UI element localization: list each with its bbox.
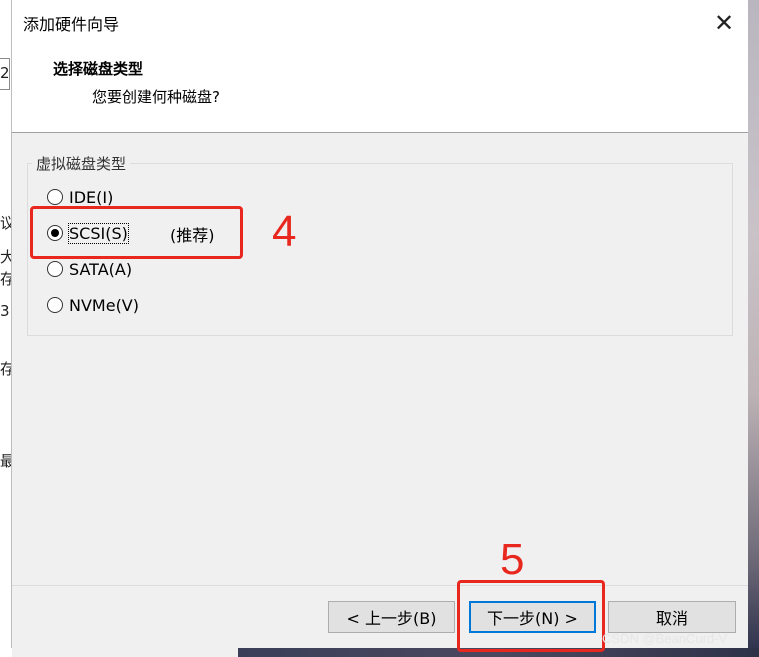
annotation-number-step4: 4 <box>272 207 297 256</box>
title-bar: 添加硬件向导 ✕ <box>12 0 748 46</box>
header-title: 选择磁盘类型 <box>53 60 144 78</box>
radio-button-sata[interactable] <box>47 261 63 277</box>
annotation-box-step5 <box>457 580 605 652</box>
annotation-number-step5: 5 <box>500 535 525 584</box>
annotation-box-step4 <box>30 206 243 259</box>
radio-option-sata[interactable]: SATA(A) <box>47 256 132 282</box>
background-text-fragment: 3 <box>0 302 10 320</box>
radio-button-nvme[interactable] <box>47 297 63 313</box>
footer-divider <box>12 585 748 586</box>
radio-label-sata: SATA(A) <box>69 259 133 279</box>
back-button[interactable]: < 上一步(B) <box>328 601 455 633</box>
dialog-title: 添加硬件向导 <box>23 15 120 34</box>
watermark: CSDN @BeanCurd-V <box>602 631 728 646</box>
radio-option-nvme[interactable]: NVMe(V) <box>47 292 139 318</box>
radio-label-ide: IDE(I) <box>69 187 114 207</box>
background-input-fragment: 2 <box>0 58 10 90</box>
desktop-wallpaper-strip <box>748 0 759 657</box>
cancel-button[interactable]: 取消 <box>608 601 736 633</box>
wizard-header: 选择磁盘类型 您要创建何种磁盘? <box>12 46 748 133</box>
disk-type-group-label: 虚拟磁盘类型 <box>32 153 131 174</box>
radio-label-nvme: NVMe(V) <box>69 295 139 315</box>
radio-button-ide[interactable] <box>47 189 63 205</box>
header-subtitle: 您要创建何种磁盘? <box>92 88 220 106</box>
close-icon[interactable]: ✕ <box>700 6 748 40</box>
add-hardware-wizard-dialog: 添加硬件向导 ✕ 选择磁盘类型 您要创建何种磁盘? 虚拟磁盘类型 IDE(I) … <box>11 0 748 648</box>
